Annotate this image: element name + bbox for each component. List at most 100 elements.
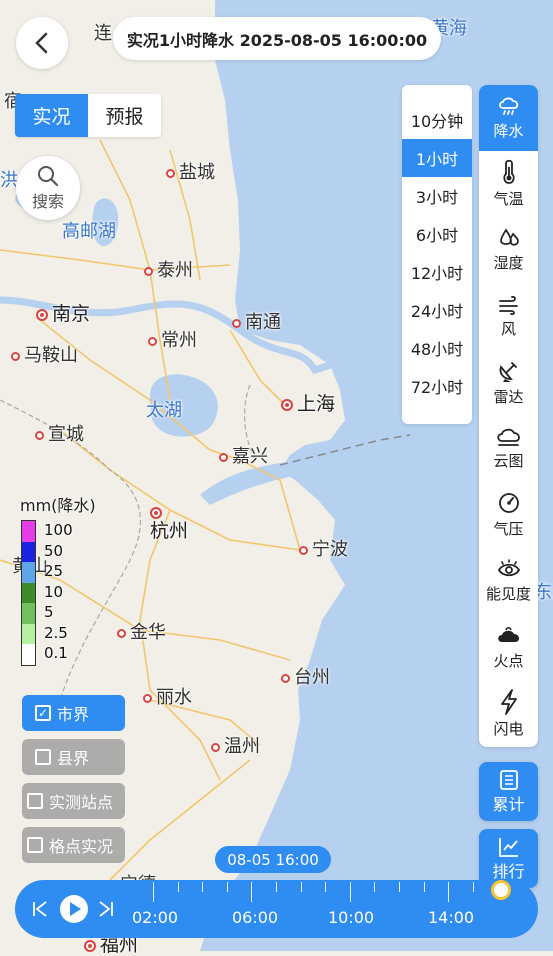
timeline-tick bbox=[374, 882, 376, 892]
layer-pressure[interactable]: 气压 bbox=[479, 482, 538, 548]
timeline-tick bbox=[399, 882, 400, 892]
time-option-3h[interactable]: 3小时 bbox=[402, 177, 472, 215]
time-option-10min[interactable]: 10分钟 bbox=[402, 101, 472, 139]
timeline-handle[interactable] bbox=[491, 880, 511, 900]
time-option-72h[interactable]: 72小时 bbox=[402, 367, 472, 405]
city-label: 马鞍山 bbox=[11, 347, 78, 365]
search-icon bbox=[38, 165, 59, 186]
layer-label: 云图 bbox=[493, 452, 524, 471]
timeline-label: 06:00 bbox=[232, 908, 279, 927]
layer-visibility[interactable]: 能见度 bbox=[479, 548, 538, 614]
city-label: 南京 bbox=[36, 305, 90, 324]
city-label: 宣城 bbox=[35, 426, 84, 444]
checkbox-icon bbox=[27, 837, 43, 853]
search-label: 搜索 bbox=[31, 191, 64, 211]
checkbox-icon bbox=[27, 793, 43, 809]
play-icon bbox=[60, 895, 88, 923]
toggle-county-boundary[interactable]: 县界 bbox=[22, 739, 125, 775]
time-option-48h[interactable]: 48小时 bbox=[402, 329, 472, 367]
precipitation-legend: mm(降水) 100 50 25 10 5 2.5 0.1 bbox=[20, 492, 96, 666]
city-label: 嘉兴 bbox=[219, 448, 268, 466]
tab-observed[interactable]: 实况 bbox=[15, 94, 88, 137]
droplets-icon bbox=[499, 228, 519, 247]
layer-precipitation[interactable]: 降水 bbox=[479, 85, 538, 152]
timeline-tick bbox=[423, 882, 425, 892]
legend-swatch bbox=[22, 644, 35, 665]
toggle-label: 格点实况 bbox=[49, 837, 114, 856]
tab-forecast[interactable]: 预报 bbox=[88, 94, 161, 137]
city-label: 常州 bbox=[148, 332, 197, 350]
time-option-1h[interactable]: 1小时 bbox=[402, 139, 472, 177]
timeline-tick bbox=[202, 882, 204, 892]
time-option-24h[interactable]: 24小时 bbox=[402, 291, 472, 329]
city-dot-icon bbox=[144, 266, 153, 276]
city-label: 杭州 bbox=[150, 503, 188, 541]
play-button[interactable] bbox=[59, 880, 89, 938]
timeline-bar[interactable]: 02:00 06:00 10:00 14:00 bbox=[15, 880, 538, 938]
city-label: 福州 bbox=[84, 936, 138, 955]
search-button[interactable]: 搜索 bbox=[16, 156, 80, 220]
toggle-city-boundary[interactable]: ✓ 市界 bbox=[22, 695, 125, 731]
back-button[interactable] bbox=[16, 17, 68, 69]
cumulative-label: 累计 bbox=[492, 794, 525, 814]
city-dot-icon bbox=[143, 693, 152, 703]
time-option-12h[interactable]: 12小时 bbox=[402, 253, 472, 291]
toggle-grid-obs[interactable]: 格点实况 bbox=[22, 827, 125, 863]
rain-cloud-icon bbox=[498, 97, 518, 115]
capital-dot-icon bbox=[36, 308, 48, 321]
layer-radar[interactable]: 雷达 bbox=[479, 350, 538, 416]
lake-label: 高邮湖 bbox=[62, 221, 116, 242]
timeline-tick bbox=[276, 882, 277, 892]
gauge-icon bbox=[498, 493, 519, 514]
layer-temperature[interactable]: 气温 bbox=[479, 151, 538, 217]
legend-swatch bbox=[22, 521, 35, 542]
layer-fire[interactable]: 火点 bbox=[479, 615, 538, 681]
city-dot-icon bbox=[35, 430, 44, 440]
city-label: 泰州 bbox=[144, 262, 193, 280]
bar-chart-icon bbox=[498, 837, 518, 857]
timeline-label: 10:00 bbox=[328, 908, 375, 927]
layer-label: 湿度 bbox=[493, 254, 524, 273]
cloud-icon bbox=[496, 428, 520, 446]
city-dot-icon bbox=[211, 742, 220, 752]
legend-level: 100 bbox=[44, 521, 73, 539]
time-option-6h[interactable]: 6小时 bbox=[402, 215, 472, 253]
legend-swatch bbox=[22, 541, 35, 562]
city-dot-icon bbox=[166, 168, 175, 178]
legend-level: 2.5 bbox=[44, 623, 68, 642]
layer-humidity[interactable]: 湿度 bbox=[479, 217, 538, 283]
skip-back-button[interactable] bbox=[31, 880, 49, 938]
toggle-label: 市界 bbox=[57, 705, 90, 724]
toggle-stations[interactable]: 实测站点 bbox=[22, 783, 125, 819]
legend-color-bar bbox=[21, 520, 36, 666]
cumulative-button[interactable]: 累计 bbox=[479, 762, 538, 821]
current-time-bubble: 08-05 16:00 bbox=[215, 846, 331, 873]
city-dot-icon bbox=[232, 318, 241, 328]
skip-back-icon bbox=[33, 901, 47, 917]
city-dot-icon bbox=[299, 545, 308, 555]
capital-dot-icon bbox=[150, 506, 162, 519]
layer-panel: 降水 气温 湿度 风 雷达 云图 气压 能见度 火点 闪电 bbox=[479, 85, 538, 747]
skip-forward-icon bbox=[99, 901, 113, 917]
layer-cloud[interactable]: 云图 bbox=[479, 416, 538, 482]
legend-swatch bbox=[22, 582, 35, 603]
city-dot-icon bbox=[148, 336, 157, 346]
city-label: 南通 bbox=[232, 314, 281, 332]
city-label: 盐城 bbox=[166, 164, 215, 182]
checkbox-icon bbox=[35, 749, 51, 765]
lightning-icon bbox=[500, 688, 517, 715]
timeline-tick bbox=[349, 882, 351, 902]
layer-label: 能见度 bbox=[485, 585, 531, 604]
wind-icon bbox=[498, 295, 518, 315]
layer-lightning[interactable]: 闪电 bbox=[479, 681, 538, 747]
timeline-label: 14:00 bbox=[428, 908, 475, 927]
layer-label: 气压 bbox=[493, 520, 524, 539]
layer-wind[interactable]: 风 bbox=[479, 284, 538, 350]
lake-label: 太湖 bbox=[146, 400, 182, 421]
city-label: 宁波 bbox=[299, 541, 348, 559]
capital-dot-icon bbox=[281, 398, 293, 411]
toggle-label: 县界 bbox=[57, 749, 90, 768]
time-period-panel: 10分钟 1小时 3小时 6小时 12小时 24小时 48小时 72小时 bbox=[402, 85, 472, 424]
legend-level: 50 bbox=[44, 541, 64, 560]
skip-forward-button[interactable] bbox=[97, 880, 115, 938]
